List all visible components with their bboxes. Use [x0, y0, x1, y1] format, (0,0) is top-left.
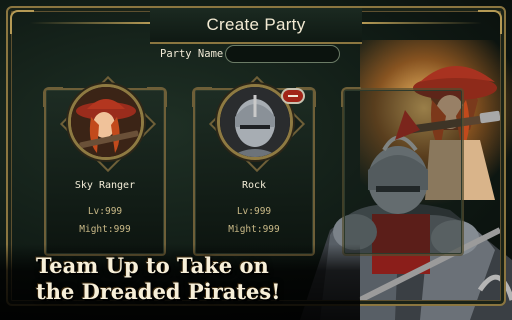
member-name: Rock — [241, 180, 267, 191]
remove-member-icon — [288, 95, 298, 97]
page-title: Create Party — [206, 15, 306, 34]
party-member-card[interactable]: Rock Lv:999 Might:999 — [192, 75, 316, 256]
promo-slogan: Team Up to Take on the Dreaded Pirates! — [36, 253, 280, 305]
party-name-input[interactable] — [225, 45, 340, 63]
game-screen: Create Party Party Name Sky Ranger Lv:99… — [0, 0, 512, 320]
card-ornament — [341, 87, 361, 107]
title-banner: Create Party — [30, 8, 362, 44]
member-level: Lv:999 — [236, 206, 272, 217]
member-might: Might:999 — [79, 224, 131, 235]
party-member-card[interactable]: Sky Ranger Lv:999 Might:999 — [43, 75, 167, 256]
card-ornament — [147, 87, 167, 107]
remove-member-button[interactable] — [281, 88, 305, 104]
promo-line-1: Team Up to Take on — [36, 253, 269, 278]
ranger-portrait — [68, 84, 144, 160]
card-ornament — [192, 87, 212, 107]
party-name-label: Party Name — [160, 48, 224, 60]
member-might: Might:999 — [228, 224, 280, 235]
party-member-slot-empty[interactable] — [341, 87, 464, 256]
member-level: Lv:999 — [87, 206, 123, 217]
promo-line-2: the Dreaded Pirates! — [36, 279, 281, 304]
card-ornament — [43, 87, 63, 107]
member-name: Sky Ranger — [74, 180, 136, 191]
